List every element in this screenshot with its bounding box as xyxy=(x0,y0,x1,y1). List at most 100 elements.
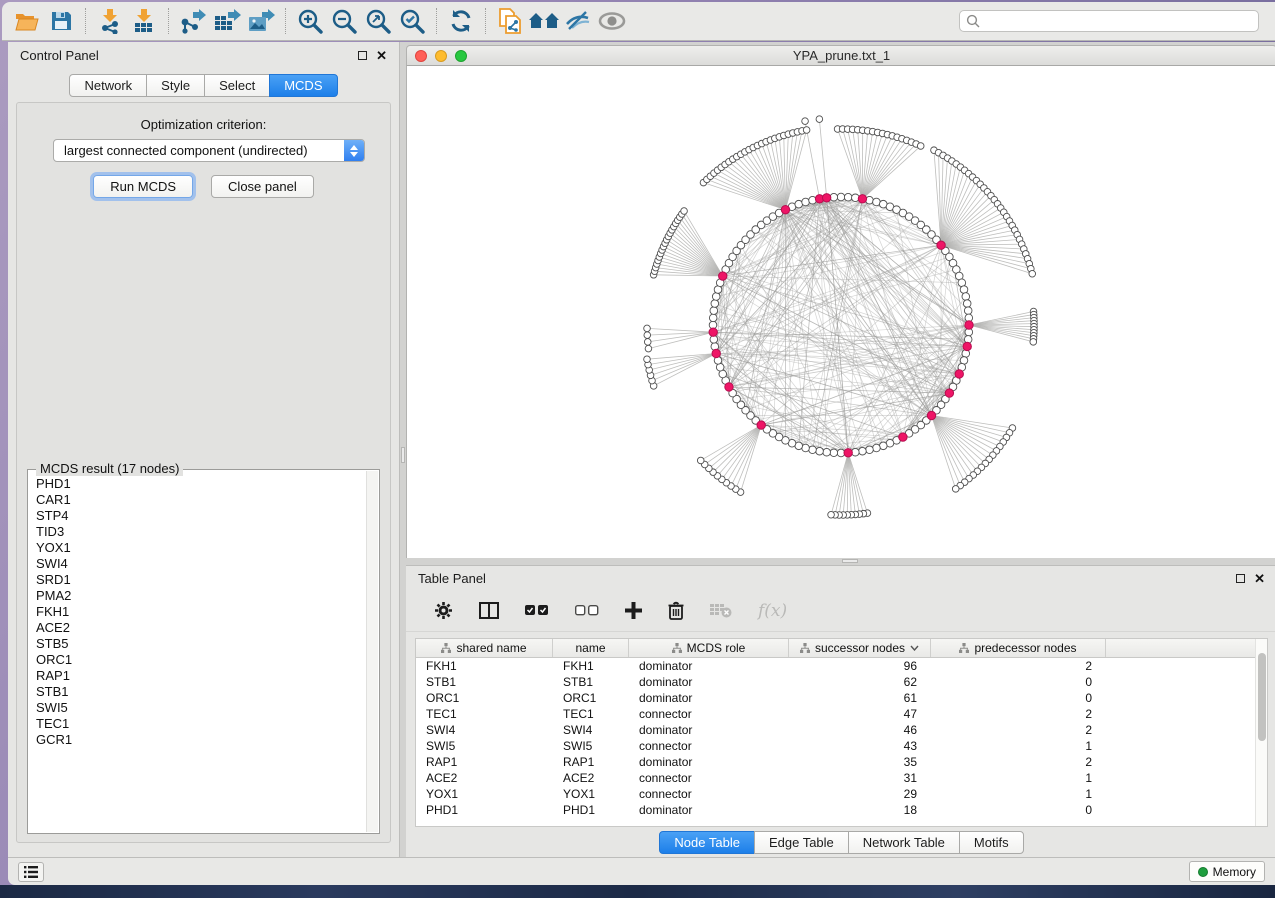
mcds-result-item[interactable]: FKH1 xyxy=(36,604,366,620)
mcds-hub-node[interactable] xyxy=(709,328,717,336)
first-neighbors-icon[interactable] xyxy=(527,6,561,36)
mcds-result-item[interactable]: STB5 xyxy=(36,636,366,652)
open-folder-icon[interactable] xyxy=(10,6,44,36)
tab-style[interactable]: Style xyxy=(146,74,205,97)
table-row[interactable]: YOX1YOX1connector291 xyxy=(416,786,1267,802)
mcds-hub-node[interactable] xyxy=(899,433,907,441)
mcds-hub-node[interactable] xyxy=(712,349,720,357)
table-row[interactable]: ORC1ORC1dominator610 xyxy=(416,690,1267,706)
zoom-out-icon[interactable] xyxy=(327,6,361,36)
mcds-hub-node[interactable] xyxy=(844,449,852,457)
task-history-button[interactable] xyxy=(18,862,44,882)
table-row[interactable]: STB1STB1dominator620 xyxy=(416,674,1267,690)
optimization-select[interactable]: largest connected component (undirected) xyxy=(53,139,365,162)
mcds-result-item[interactable]: SWI5 xyxy=(36,700,366,716)
delete-column-trash-icon[interactable] xyxy=(668,601,684,620)
import-table-icon[interactable] xyxy=(127,6,161,36)
zoom-fit-icon[interactable] xyxy=(361,6,395,36)
delete-table-icon[interactable] xyxy=(710,603,732,618)
tab-mcds[interactable]: MCDS xyxy=(269,74,337,97)
refresh-icon[interactable] xyxy=(444,6,478,36)
mcds-result-item[interactable]: ACE2 xyxy=(36,620,366,636)
tab-motifs[interactable]: Motifs xyxy=(959,831,1024,854)
mcds-result-item[interactable]: PMA2 xyxy=(36,588,366,604)
cell-mcds-role: connector xyxy=(629,787,789,801)
tab-network[interactable]: Network xyxy=(69,74,147,97)
mcds-hub-node[interactable] xyxy=(963,342,971,350)
mcds-hub-node[interactable] xyxy=(858,195,866,203)
column-header-MCDS-role[interactable]: MCDS role xyxy=(629,639,789,657)
table-row[interactable]: TEC1TEC1connector472 xyxy=(416,706,1267,722)
table-row[interactable]: RAP1RAP1dominator352 xyxy=(416,754,1267,770)
mcds-result-item[interactable]: TID3 xyxy=(36,524,366,540)
close-panel-button[interactable]: Close panel xyxy=(211,175,314,198)
table-row[interactable]: FKH1FKH1dominator962 xyxy=(416,658,1267,674)
mcds-hub-node[interactable] xyxy=(719,272,727,280)
mcds-hub-node[interactable] xyxy=(927,411,935,419)
horizontal-splitter[interactable] xyxy=(406,558,1275,565)
float-panel-icon[interactable] xyxy=(358,51,367,60)
mcds-hub-node[interactable] xyxy=(781,205,789,213)
column-header-successor-nodes[interactable]: successor nodes xyxy=(789,639,931,657)
show-all-icon[interactable] xyxy=(595,6,629,36)
table-row[interactable]: ACE2ACE2connector311 xyxy=(416,770,1267,786)
column-header-predecessor-nodes[interactable]: predecessor nodes xyxy=(931,639,1106,657)
tab-edge-table[interactable]: Edge Table xyxy=(754,831,849,854)
cell-name: SWI4 xyxy=(553,723,629,737)
memory-button[interactable]: Memory xyxy=(1189,861,1265,882)
mcds-result-item[interactable]: ORC1 xyxy=(36,652,366,668)
network-canvas[interactable] xyxy=(406,66,1275,558)
deselect-all-icon[interactable] xyxy=(575,605,599,616)
column-header-name[interactable]: name xyxy=(553,639,629,657)
mcds-result-item[interactable]: SWI4 xyxy=(36,556,366,572)
close-panel-icon[interactable]: ✕ xyxy=(1254,574,1265,583)
mcds-hub-node[interactable] xyxy=(757,421,765,429)
mcds-result-item[interactable]: STP4 xyxy=(36,508,366,524)
export-table-icon[interactable] xyxy=(210,6,244,36)
function-builder-icon[interactable]: f(x) xyxy=(758,601,787,621)
add-column-icon[interactable] xyxy=(625,602,642,619)
mcds-result-item[interactable]: TEC1 xyxy=(36,716,366,732)
search-input[interactable] xyxy=(984,12,1258,30)
export-network-icon[interactable] xyxy=(176,6,210,36)
zoom-selected-icon[interactable] xyxy=(395,6,429,36)
mcds-hub-node[interactable] xyxy=(937,241,945,249)
import-network-icon[interactable] xyxy=(93,6,127,36)
cell-predecessor-nodes: 1 xyxy=(931,771,1106,785)
zoom-in-icon[interactable] xyxy=(293,6,327,36)
mcds-hub-node[interactable] xyxy=(822,194,830,202)
network-window-titlebar[interactable]: YPA_prune.txt_1 xyxy=(406,45,1275,66)
mcds-hub-node[interactable] xyxy=(945,389,953,397)
mcds-result-item[interactable]: PHD1 xyxy=(36,476,366,492)
clone-network-icon[interactable] xyxy=(493,6,527,36)
table-scrollbar-thumb[interactable] xyxy=(1258,653,1266,741)
mcds-result-item[interactable]: YOX1 xyxy=(36,540,366,556)
mcds-result-item[interactable]: RAP1 xyxy=(36,668,366,684)
mcds-result-item[interactable]: CAR1 xyxy=(36,492,366,508)
table-row[interactable]: SWI5SWI5connector431 xyxy=(416,738,1267,754)
tab-select[interactable]: Select xyxy=(204,74,270,97)
mcds-hub-node[interactable] xyxy=(955,370,963,378)
close-panel-icon[interactable]: ✕ xyxy=(376,51,387,60)
save-icon[interactable] xyxy=(44,6,78,36)
mcds-result-item[interactable]: GCR1 xyxy=(36,732,366,748)
hide-selected-icon[interactable] xyxy=(561,6,595,36)
column-layout-icon[interactable] xyxy=(479,602,499,619)
table-settings-gear-icon[interactable] xyxy=(434,601,453,620)
tab-network-table[interactable]: Network Table xyxy=(848,831,960,854)
mcds-result-item[interactable]: STB1 xyxy=(36,684,366,700)
mcds-hub-node[interactable] xyxy=(965,321,973,329)
table-row[interactable]: SWI4SWI4dominator462 xyxy=(416,722,1267,738)
mcds-result-item[interactable]: SRD1 xyxy=(36,572,366,588)
cell-shared-name: PHD1 xyxy=(416,803,553,817)
tab-node-table[interactable]: Node Table xyxy=(659,831,755,854)
table-scrollbar[interactable] xyxy=(1255,639,1267,826)
mcds-hub-node[interactable] xyxy=(725,383,733,391)
export-image-icon[interactable] xyxy=(244,6,278,36)
select-all-icon[interactable] xyxy=(525,605,549,616)
mcds-result-scrollbar[interactable] xyxy=(366,471,378,832)
table-row[interactable]: PHD1PHD1dominator180 xyxy=(416,802,1267,818)
float-panel-icon[interactable] xyxy=(1236,574,1245,583)
column-header-shared-name[interactable]: shared name xyxy=(416,639,553,657)
run-mcds-button[interactable]: Run MCDS xyxy=(93,175,193,198)
